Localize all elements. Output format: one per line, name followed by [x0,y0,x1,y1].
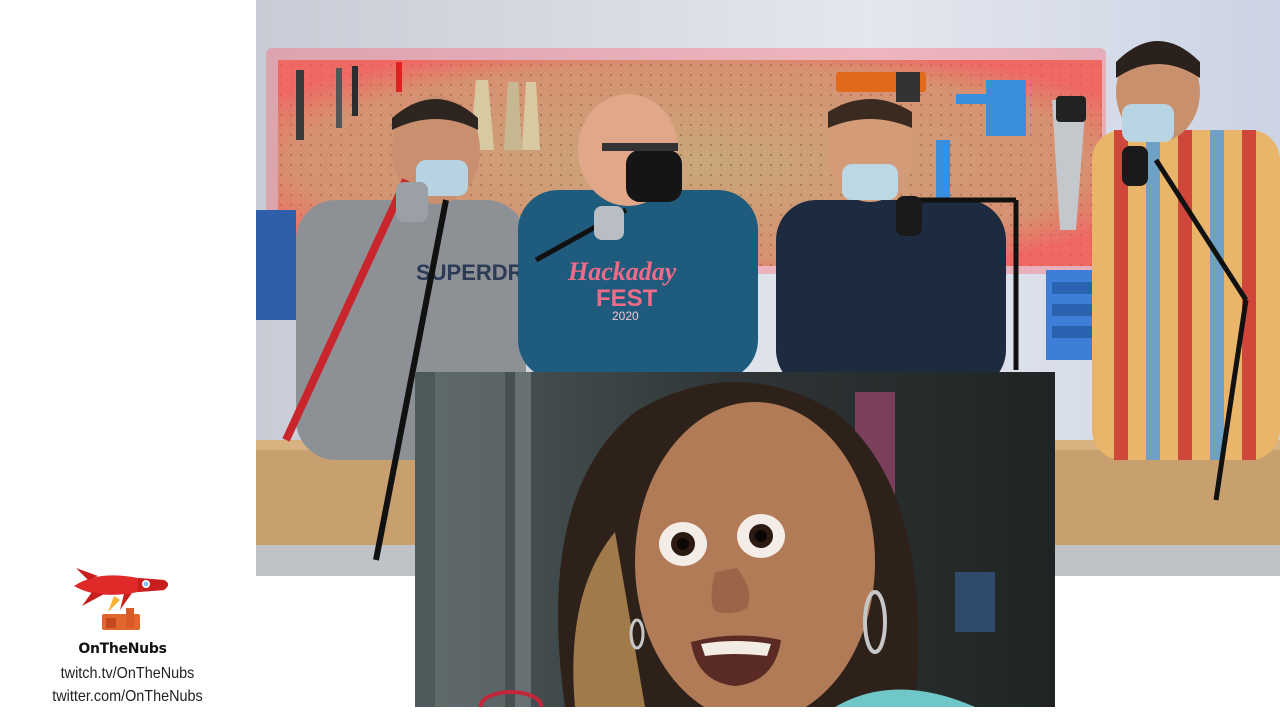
channel-name: OnTheNubs [78,641,167,657]
stream-layout: OnTheNubs twitch.tv/OnTheNubs twitter.co… [0,0,1280,720]
twitch-link[interactable]: twitch.tv/OnTheNubs [13,665,243,683]
shirt-text-line2: FEST [596,285,658,312]
reaction-video-inset [415,372,1055,707]
branding-sidebar: OnTheNubs twitch.tv/OnTheNubs twitter.co… [0,0,255,720]
red-rocket-icon [68,566,176,638]
shirt-text-line3: 2020 [612,309,639,323]
twitter-link[interactable]: twitter.com/OnTheNubs [13,688,243,706]
shirt-text-line1: Hackaday [567,257,677,286]
